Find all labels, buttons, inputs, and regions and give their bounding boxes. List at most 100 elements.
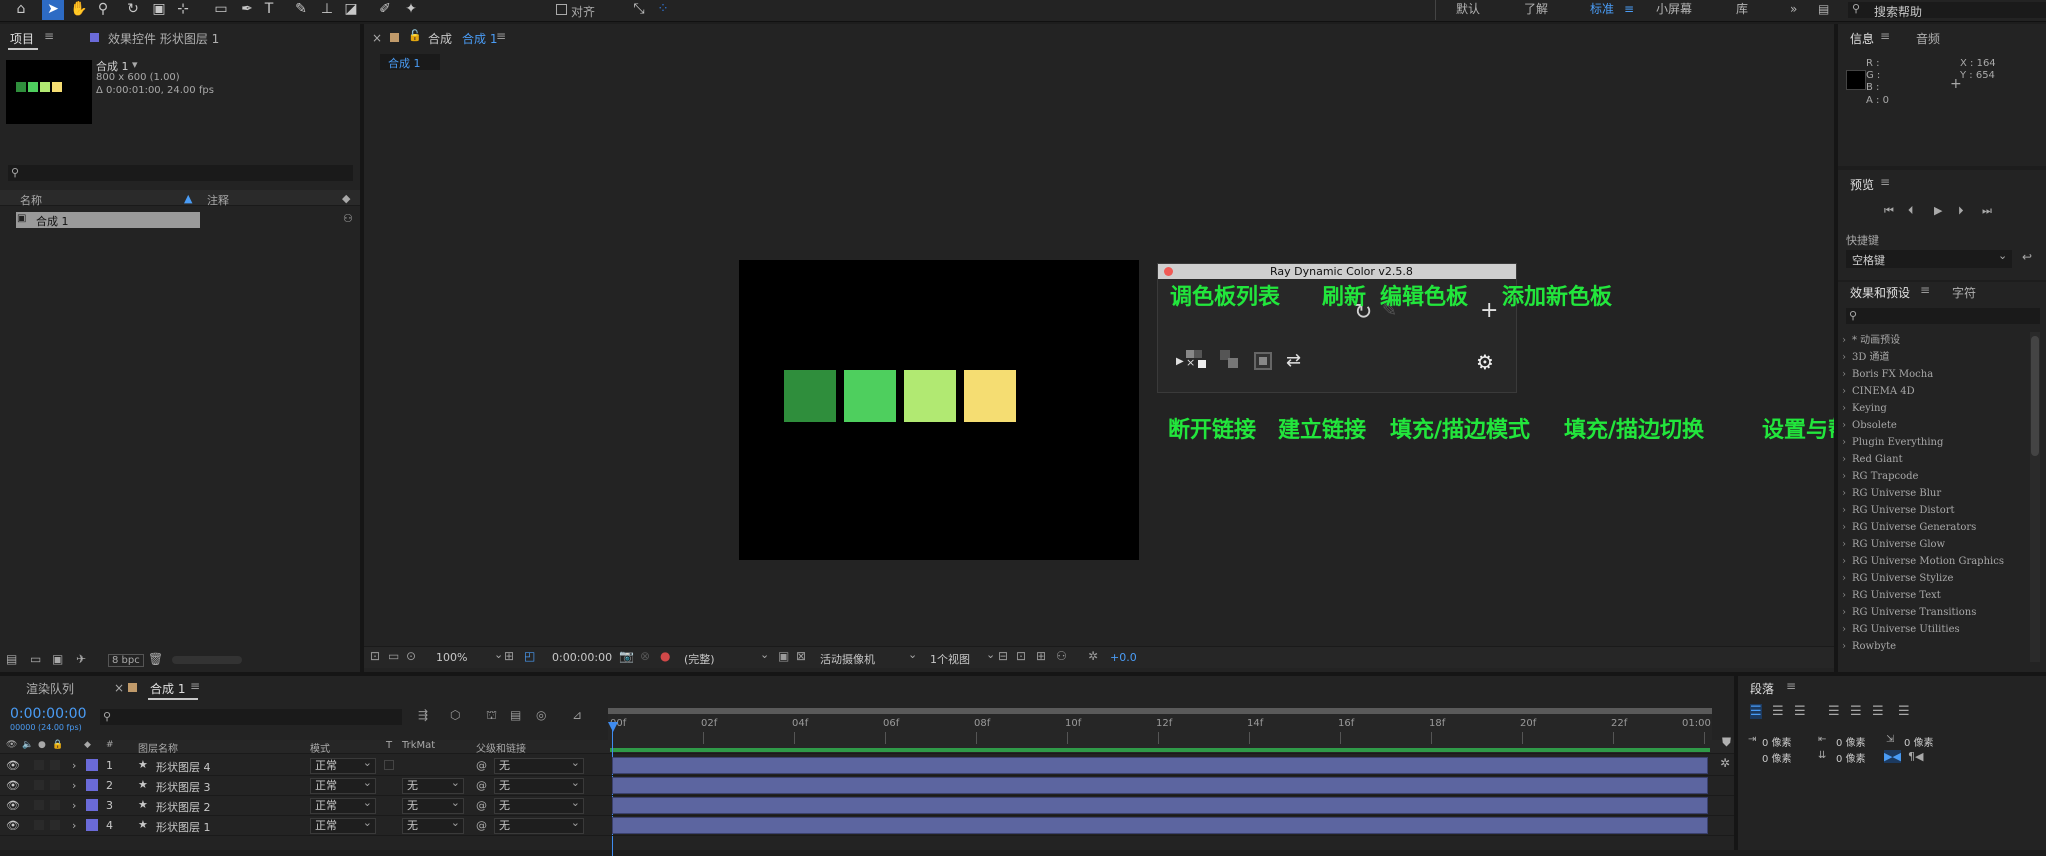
hand-tool-icon[interactable]: ✋ [68, 0, 90, 20]
solo-toggle[interactable] [34, 760, 44, 770]
solo-toggle[interactable] [34, 820, 44, 830]
timeline-timecode[interactable]: 0:00:00:00 [10, 706, 87, 722]
effect-category-item[interactable]: RG Universe Motion Graphics [1840, 553, 2025, 570]
rtl-direction-icon[interactable]: ¶◀ [1908, 750, 1923, 763]
always-preview-icon[interactable]: ⊡ [370, 649, 380, 663]
effects-menu-icon[interactable]: ≡ [1920, 283, 1930, 297]
shy-layers-icon[interactable]: ⛫ [486, 708, 497, 724]
effect-category-item[interactable]: RG Universe Blur [1840, 485, 2025, 502]
justify-right-icon[interactable]: ☰ [1872, 704, 1884, 719]
comp-mini-flowchart-icon[interactable]: ⇶ [418, 708, 428, 722]
draft-3d-icon[interactable]: ⬡ [450, 708, 460, 722]
preview-menu-icon[interactable]: ≡ [1880, 175, 1890, 189]
plugin-close-icon[interactable] [1164, 267, 1173, 276]
layer-name[interactable]: 形状图层 3 [156, 779, 211, 795]
tab-effect-controls[interactable]: 效果控件 形状图层 1 [108, 30, 219, 47]
shape-layer-1[interactable] [784, 370, 836, 422]
link-icon[interactable] [1220, 350, 1240, 370]
comp-button-icon[interactable]: ⛊ [1722, 735, 1731, 750]
bpc-button[interactable]: 8 bpc [108, 654, 144, 667]
breadcrumb[interactable]: 合成 1 [380, 54, 440, 70]
align-left-icon[interactable]: ☰ [1750, 704, 1762, 719]
snap-icon[interactable]: ⤡ [628, 0, 650, 20]
indent-left-value[interactable]: 0 像素 [1762, 734, 1792, 749]
tab-comp-1[interactable]: 合成 1 [150, 680, 185, 697]
snap-options-icon[interactable]: ⁘ [652, 0, 674, 20]
eraser-tool-icon[interactable]: ◪ [340, 0, 362, 20]
search-help-field[interactable]: ⚲ 搜索帮助 [1848, 2, 2046, 19]
paragraph-menu-icon[interactable]: ≡ [1786, 679, 1796, 693]
flowchart-icon[interactable]: ⚇ [343, 212, 353, 225]
indent-right-value[interactable]: 0 像素 [1836, 734, 1866, 749]
trkmat-select[interactable]: 无 [402, 816, 464, 834]
project-item-row[interactable]: ▣ 合成 1 [16, 212, 200, 228]
align-right-icon[interactable]: ☰ [1794, 704, 1806, 719]
region-of-interest-icon[interactable]: ▣ [778, 649, 789, 663]
effect-category-item[interactable]: Rowbyte [1840, 638, 2025, 655]
next-frame-icon[interactable]: ⏵ [1958, 204, 1964, 218]
visibility-eye-icon[interactable]: 👁 [6, 799, 20, 812]
layer-row[interactable]: 👁 › 4 ★ 形状图层 1 正常 无 @ 无 [0, 816, 1734, 836]
toggle-transparency-icon[interactable]: ⊠ [796, 649, 806, 663]
puppet-tool-icon[interactable]: ✦ [400, 0, 422, 20]
prev-frame-icon[interactable]: ⏴ [1908, 204, 1914, 218]
layer-name[interactable]: 形状图层 1 [156, 819, 211, 835]
search-panel-icon[interactable]: ▤ [1818, 0, 1829, 20]
space-before-value[interactable]: 0 像素 [1762, 750, 1792, 765]
trkmat-select[interactable]: 无 [402, 776, 464, 794]
add-palette-icon[interactable]: + [1480, 298, 1498, 323]
sort-ascending-icon[interactable]: ▲ [184, 192, 192, 205]
effect-category-item[interactable]: RG Trapcode [1840, 468, 2025, 485]
effect-category-item[interactable]: * 动画预设 [1840, 332, 2025, 349]
new-comp-icon[interactable]: ▣ [52, 652, 63, 666]
fast-preview-icon[interactable]: ⊡ [1016, 649, 1026, 663]
timeline-icon[interactable]: ⊞ [1036, 649, 1046, 663]
clone-tool-icon[interactable]: ⊥ [316, 0, 338, 20]
tab-effects-presets[interactable]: 效果和预设 [1850, 284, 1910, 301]
effect-category-item[interactable]: RG Universe Generators [1840, 519, 2025, 536]
effect-category-item[interactable]: RG Universe Text [1840, 587, 2025, 604]
align-center-icon[interactable]: ☰ [1772, 704, 1784, 719]
shape-layer-3[interactable] [904, 370, 956, 422]
effect-category-item[interactable]: Boris FX Mocha [1840, 366, 2025, 383]
monitor-icon[interactable]: ▭ [388, 649, 399, 663]
workspace-default[interactable]: 默认 [1456, 0, 1480, 20]
effects-scrollbar[interactable] [2030, 332, 2040, 662]
type-tool-icon[interactable]: T [258, 0, 280, 20]
exposure-value[interactable]: +0.0 [1110, 651, 1137, 664]
project-menu-icon[interactable]: ≡ [44, 29, 54, 43]
new-folder-icon[interactable]: ▭ [30, 652, 41, 666]
effect-category-item[interactable]: Red Giant [1840, 451, 2025, 468]
layer-duration-bar[interactable] [612, 797, 1708, 814]
blend-mode-select[interactable]: 正常 [310, 796, 376, 814]
snapshot-icon[interactable]: 📷 [619, 649, 634, 663]
workspace-standard[interactable]: 标准 [1590, 0, 1614, 20]
pick-whip-icon[interactable]: @ [476, 799, 487, 812]
flowchart-icon[interactable]: ⚇ [1056, 649, 1067, 663]
effect-category-item[interactable]: CINEMA 4D [1840, 383, 2025, 400]
justify-center-icon[interactable]: ☰ [1850, 704, 1862, 719]
effects-search-input[interactable]: ⚲ [1846, 308, 2040, 324]
comp-canvas[interactable] [739, 260, 1139, 560]
zoom-select[interactable]: 100% ⌄ [436, 648, 508, 667]
pen-tool-icon[interactable]: ✒ [236, 0, 258, 20]
show-snapshot-icon[interactable]: ⊗ [640, 649, 650, 663]
lock-icon[interactable]: 🔓 [408, 29, 422, 42]
resolution-select[interactable]: (完整) ⌄ [684, 648, 772, 667]
comp-menu-icon[interactable]: ≡ [496, 29, 506, 43]
space-after-value[interactable]: 0 像素 [1836, 750, 1866, 765]
layer-row[interactable]: 👁 › 2 ★ 形状图层 3 正常 无 @ 无 [0, 776, 1734, 796]
first-frame-icon[interactable]: ⏮ [1884, 204, 1894, 218]
lock-toggle[interactable] [50, 820, 60, 830]
more-workspaces-icon[interactable]: » [1790, 0, 1797, 20]
layer-duration-bar[interactable] [612, 817, 1708, 834]
workspace-learn[interactable]: 了解 [1524, 0, 1548, 20]
tab-render-queue[interactable]: 渲染队列 [26, 680, 74, 697]
blend-mode-select[interactable]: 正常 [310, 776, 376, 794]
indent-first-value[interactable]: 0 像素 [1904, 734, 1934, 749]
col-parent[interactable]: 父级和链接 [476, 740, 526, 755]
fill-stroke-mode-icon[interactable] [1254, 352, 1272, 370]
col-comment[interactable]: 注释 [207, 192, 229, 208]
trkmat-select[interactable]: 无 [402, 796, 464, 814]
toggle-pixel-icon[interactable]: ⊟ [998, 649, 1008, 663]
